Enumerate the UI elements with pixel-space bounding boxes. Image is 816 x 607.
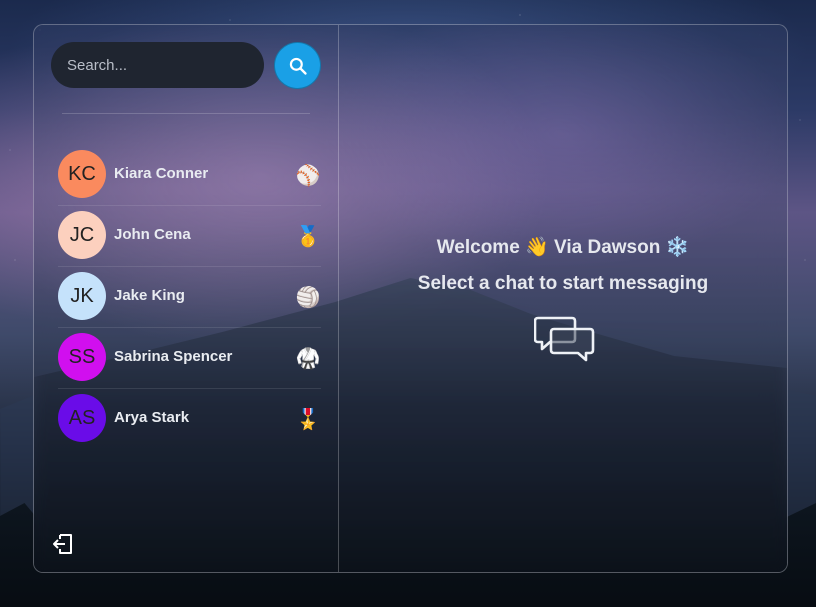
contact-name: John Cena xyxy=(114,226,191,243)
logout-icon xyxy=(53,534,72,554)
volleyball-icon: 🏐 xyxy=(295,285,321,309)
chat-bubbles-icon xyxy=(534,316,595,362)
sidebar: KC Kiara Conner ⚾ JC John Cena 🥇 JK Jake… xyxy=(34,25,339,572)
contact-list: KC Kiara Conner ⚾ JC John Cena 🥇 JK Jake… xyxy=(58,145,321,449)
contact-name: Arya Stark xyxy=(114,409,190,426)
user-name: Via Dawson xyxy=(554,237,661,258)
avatar: AS xyxy=(58,394,106,442)
snowflake-icon: ❄️ xyxy=(665,237,690,258)
contact-item-kiara-conner[interactable]: KC Kiara Conner ⚾ xyxy=(58,145,321,206)
contact-item-jake-king[interactable]: JK Jake King 🏐 xyxy=(58,267,321,328)
welcome-heading: Welcome 👋 Via Dawson ❄️ xyxy=(339,235,787,259)
search-button[interactable] xyxy=(274,42,321,89)
contact-item-sabrina-spencer[interactable]: SS Sabrina Spencer 🥋 xyxy=(58,328,321,389)
avatar: JC xyxy=(58,211,106,259)
search-input[interactable] xyxy=(51,42,264,88)
contact-name: Jake King xyxy=(114,287,185,304)
search-icon xyxy=(289,57,307,75)
avatar: KC xyxy=(58,150,106,198)
main-panel: Welcome 👋 Via Dawson ❄️ Select a chat to… xyxy=(339,25,787,572)
military-medal-icon: 🎖️ xyxy=(295,407,321,431)
contact-item-john-cena[interactable]: JC John Cena 🥇 xyxy=(58,206,321,267)
contact-name: Kiara Conner xyxy=(114,165,209,182)
avatar: SS xyxy=(58,333,106,381)
empty-state-subtitle: Select a chat to start messaging xyxy=(417,273,709,294)
martial-arts-uniform-icon: 🥋 xyxy=(295,346,321,370)
contact-name: Sabrina Spencer xyxy=(114,348,233,365)
waving-hand-icon: 👋 xyxy=(525,237,549,258)
sidebar-divider xyxy=(62,113,310,114)
avatar: JK xyxy=(58,272,106,320)
welcome-label: Welcome xyxy=(436,237,520,258)
medal-icon: 🥇 xyxy=(295,224,321,248)
baseball-icon: ⚾ xyxy=(295,163,321,187)
contact-item-arya-stark[interactable]: AS Arya Stark 🎖️ xyxy=(58,389,321,449)
logout-button[interactable] xyxy=(51,532,75,556)
chat-app-window: KC Kiara Conner ⚾ JC John Cena 🥇 JK Jake… xyxy=(33,24,788,573)
